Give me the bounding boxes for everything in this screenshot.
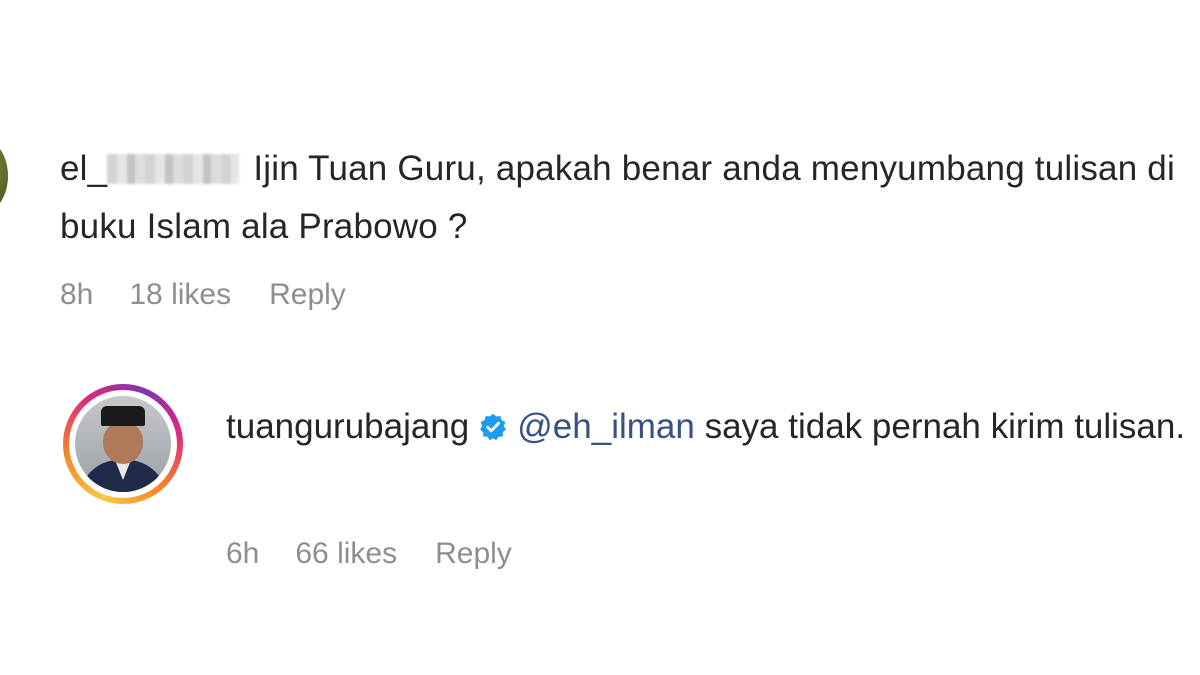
reply-mention-link[interactable]: @eh_ilman xyxy=(517,407,695,446)
commenter-username[interactable]: el_ xyxy=(60,149,107,188)
comment-body: el_ Ijin Tuan Guru, apakah benar anda men… xyxy=(60,140,1190,256)
comment-likes[interactable]: 18 likes xyxy=(129,278,231,312)
reply-body: tuangurubajang @eh_ilman saya tidak pern… xyxy=(226,398,1186,456)
commenter-avatar[interactable] xyxy=(0,140,8,212)
reply-meta: 6h 66 likes Reply xyxy=(226,537,512,571)
reply-avatar-story-ring[interactable] xyxy=(63,384,183,504)
reply-avatar xyxy=(75,396,171,492)
reply-username[interactable]: tuangurubajang xyxy=(226,407,469,446)
redacted-username-blur xyxy=(107,154,240,184)
comment-time: 8h xyxy=(60,278,94,311)
reply-time: 6h xyxy=(226,537,260,570)
reply-reply-button[interactable]: Reply xyxy=(435,537,512,571)
comment-meta: 8h 18 likes Reply xyxy=(60,278,346,312)
reply-text: saya tidak pernah kirim tulisan. xyxy=(704,407,1186,446)
comments-thread: el_ Ijin Tuan Guru, apakah benar anda men… xyxy=(0,0,1200,675)
verified-badge-icon xyxy=(480,413,507,441)
reply-likes[interactable]: 66 likes xyxy=(295,537,397,571)
comment-reply-button[interactable]: Reply xyxy=(269,278,346,312)
